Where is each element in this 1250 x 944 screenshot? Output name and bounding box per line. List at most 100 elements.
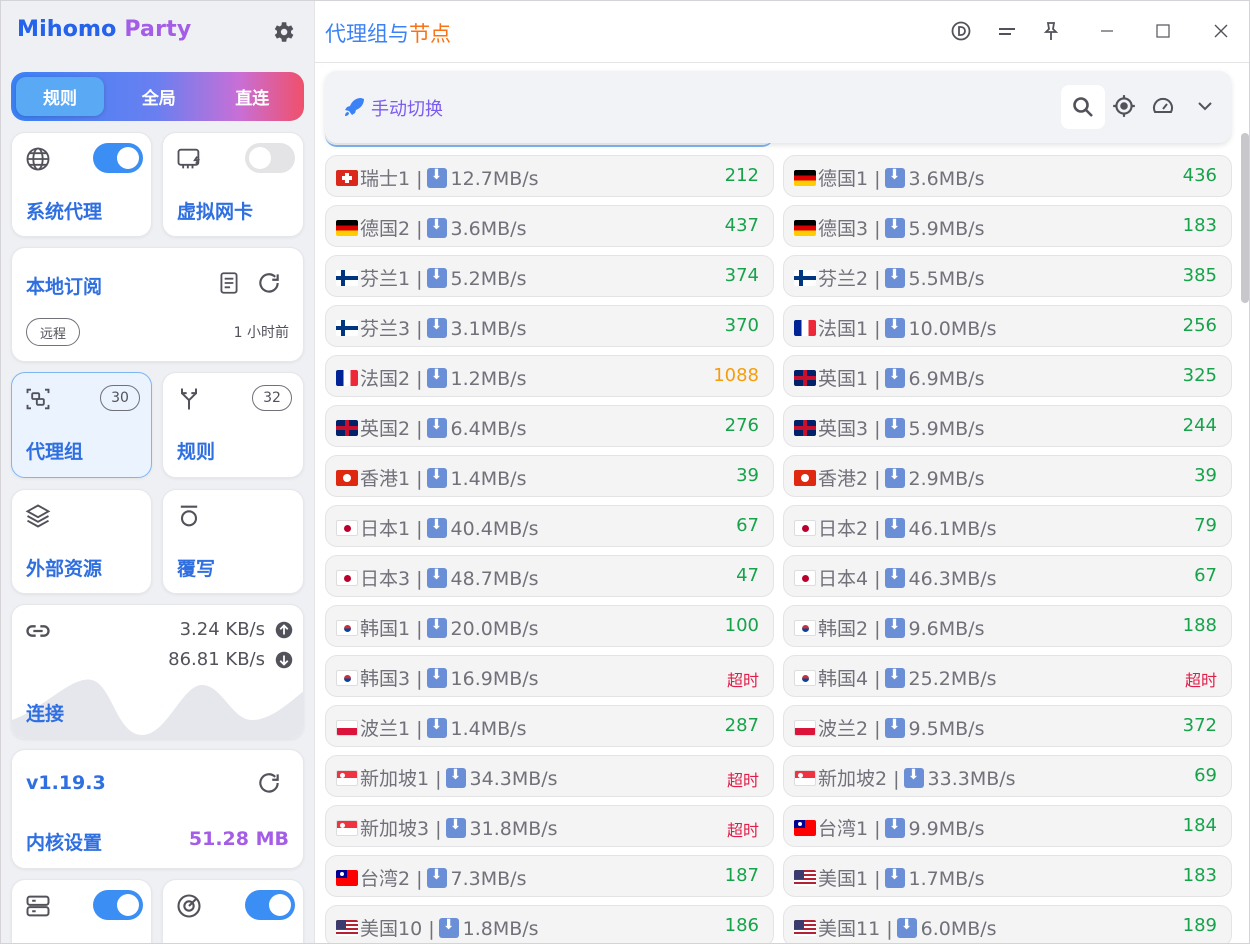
node-delay-button[interactable]: 69 [1194, 765, 1217, 786]
search-button[interactable] [1061, 85, 1105, 129]
proxy-node-card[interactable]: 波兰1 | 1.4MB/s 287 [325, 705, 774, 747]
core-refresh-icon[interactable] [256, 770, 282, 796]
proxy-group-card[interactable]: 30 代理组 [11, 372, 152, 478]
proxy-node-card[interactable]: 德国3 | 5.9MB/s 183 [783, 205, 1232, 247]
system-proxy-card[interactable]: 系统代理 [11, 132, 152, 237]
proxy-node-card[interactable]: 德国1 | 3.6MB/s 436 [783, 155, 1232, 197]
profile-card[interactable]: 本地订阅 远程 1 小时前 [11, 247, 304, 362]
proxy-node-card[interactable]: 美国1 | 1.7MB/s 183 [783, 855, 1232, 897]
node-delay-button[interactable]: 385 [1183, 265, 1217, 286]
proxy-node-card[interactable]: 法国1 | 10.0MB/s 256 [783, 305, 1232, 347]
node-delay-button[interactable]: 100 [725, 615, 759, 636]
tun-toggle[interactable] [245, 143, 295, 173]
proxy-node-card[interactable]: 新加坡2 | 33.3MB/s 69 [783, 755, 1232, 797]
proxy-node-card[interactable]: 新加坡3 | 31.8MB/s 超时 [325, 805, 774, 847]
node-delay-button[interactable]: 188 [1183, 615, 1217, 636]
override-card[interactable]: 覆写 [162, 489, 304, 594]
node-delay-button[interactable]: 276 [725, 415, 759, 436]
proxy-node-card[interactable]: 日本2 | 46.1MB/s 79 [783, 505, 1232, 547]
dns-toggle[interactable] [93, 890, 143, 920]
proxy-group-header[interactable]: 手动切换 [325, 71, 1231, 143]
pin-icon[interactable] [1039, 19, 1063, 43]
proxy-node-card[interactable]: 韩国1 | 20.0MB/s 100 [325, 605, 774, 647]
download-rate: 86.81 KB/s [168, 649, 265, 670]
node-delay-button[interactable]: 212 [725, 165, 759, 186]
node-delay-button[interactable]: 189 [1183, 915, 1217, 936]
node-delay-button[interactable]: 183 [1183, 865, 1217, 886]
proxy-node-card[interactable]: 日本3 | 48.7MB/s 47 [325, 555, 774, 597]
proxy-node-card[interactable]: 英国3 | 5.9MB/s 244 [783, 405, 1232, 447]
maximize-icon[interactable] [1151, 19, 1175, 43]
node-delay-button[interactable]: 超时 [1185, 667, 1217, 691]
proxy-node-card[interactable]: 美国10 | 1.8MB/s 186 [325, 905, 774, 943]
node-delay-button[interactable]: 184 [1183, 815, 1217, 836]
proxy-node-card[interactable]: 英国2 | 6.4MB/s 276 [325, 405, 774, 447]
proxy-node-card[interactable]: 香港2 | 2.9MB/s 39 [783, 455, 1232, 497]
node-delay-button[interactable]: 325 [1183, 365, 1217, 386]
mode-global-button[interactable]: 全局 [112, 77, 206, 116]
dns-card[interactable] [11, 879, 152, 943]
node-delay-button[interactable]: 372 [1183, 715, 1217, 736]
node-delay-button[interactable]: 超时 [727, 817, 759, 841]
proxy-node-card[interactable]: 法国2 | 1.2MB/s 1088 [325, 355, 774, 397]
proxy-node-card[interactable]: 英国1 | 6.9MB/s 325 [783, 355, 1232, 397]
resources-card[interactable]: 外部资源 [11, 489, 152, 594]
proxy-node-card[interactable]: 韩国4 | 25.2MB/s 超时 [783, 655, 1232, 697]
proxy-node-card[interactable]: 波兰2 | 9.5MB/s 372 [783, 705, 1232, 747]
proxy-node-card[interactable]: 日本1 | 40.4MB/s 67 [325, 505, 774, 547]
menu-lines-icon[interactable] [995, 19, 1019, 43]
sniff-card[interactable] [162, 879, 304, 943]
node-delay-button[interactable]: 287 [725, 715, 759, 736]
proxy-node-card[interactable]: 韩国2 | 9.6MB/s 188 [783, 605, 1232, 647]
close-icon[interactable] [1209, 19, 1233, 43]
mode-rule-button[interactable]: 规则 [16, 77, 104, 116]
document-icon[interactable] [216, 270, 242, 296]
node-name: 香港2 | 2.9MB/s [794, 464, 984, 491]
proxy-node-card[interactable]: 德国2 | 3.6MB/s 437 [325, 205, 774, 247]
node-delay-button[interactable]: 超时 [727, 767, 759, 791]
proxy-node-card[interactable]: 新加坡1 | 34.3MB/s 超时 [325, 755, 774, 797]
node-delay-button[interactable]: 67 [736, 515, 759, 536]
connection-card[interactable]: 3.24 KB/s 86.81 KB/s 连接 [11, 604, 304, 739]
settings-gear-icon[interactable] [270, 19, 296, 45]
node-delay-button[interactable]: 244 [1183, 415, 1217, 436]
proxy-node-card[interactable]: 芬兰2 | 5.5MB/s 385 [783, 255, 1232, 297]
proxy-node-card[interactable]: 芬兰3 | 3.1MB/s 370 [325, 305, 774, 347]
node-delay-button[interactable]: 374 [725, 265, 759, 286]
node-delay-button[interactable]: 39 [736, 465, 759, 486]
node-delay-button[interactable]: 183 [1183, 215, 1217, 236]
node-delay-button[interactable]: 67 [1194, 565, 1217, 586]
mode-direct-button[interactable]: 直连 [206, 77, 300, 116]
chevron-down-icon[interactable] [1193, 94, 1217, 118]
node-delay-button[interactable]: 187 [725, 865, 759, 886]
node-delay-button[interactable]: 39 [1194, 465, 1217, 486]
system-proxy-toggle[interactable] [93, 143, 143, 173]
dev-icon[interactable] [949, 19, 973, 43]
proxy-node-card[interactable]: 美国11 | 6.0MB/s 189 [783, 905, 1232, 943]
speedometer-icon[interactable] [1151, 94, 1175, 118]
proxy-node-card[interactable]: 日本4 | 46.3MB/s 67 [783, 555, 1232, 597]
node-delay-button[interactable]: 256 [1183, 315, 1217, 336]
proxy-node-card[interactable]: 台湾1 | 9.9MB/s 184 [783, 805, 1232, 847]
node-delay-button[interactable]: 79 [1194, 515, 1217, 536]
proxy-node-card[interactable]: 香港1 | 1.4MB/s 39 [325, 455, 774, 497]
node-delay-button[interactable]: 437 [725, 215, 759, 236]
core-card[interactable]: v1.19.3 内核设置 51.28 MB [11, 749, 304, 869]
sniff-toggle[interactable] [245, 890, 295, 920]
locate-icon[interactable] [1111, 93, 1137, 119]
node-delay-button[interactable]: 436 [1183, 165, 1217, 186]
minimize-icon[interactable] [1095, 19, 1119, 43]
scrollbar[interactable] [1241, 133, 1249, 303]
proxy-node-card[interactable]: 芬兰1 | 5.2MB/s 374 [325, 255, 774, 297]
tun-card[interactable]: 虚拟网卡 [162, 132, 304, 237]
refresh-icon[interactable] [256, 270, 282, 296]
node-delay-button[interactable]: 1088 [713, 365, 759, 386]
rules-card[interactable]: 32 规则 [162, 372, 304, 478]
node-delay-button[interactable]: 370 [725, 315, 759, 336]
node-delay-button[interactable]: 186 [725, 915, 759, 936]
node-delay-button[interactable]: 超时 [727, 667, 759, 691]
proxy-node-card[interactable]: 韩国3 | 16.9MB/s 超时 [325, 655, 774, 697]
proxy-node-card[interactable]: 台湾2 | 7.3MB/s 187 [325, 855, 774, 897]
proxy-node-card[interactable]: 瑞士1 | 12.7MB/s 212 [325, 155, 774, 197]
node-delay-button[interactable]: 47 [736, 565, 759, 586]
